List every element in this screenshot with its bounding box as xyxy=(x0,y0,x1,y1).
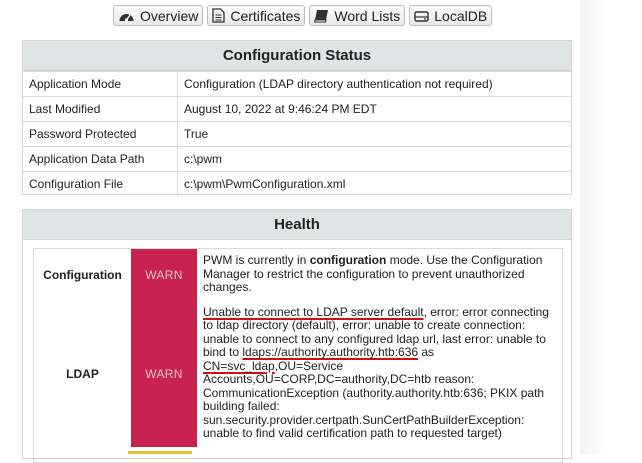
table-row: Last Modified August 10, 2022 at 9:46:24… xyxy=(23,96,571,122)
health-item-name: Configuration xyxy=(43,267,122,282)
health-table-container: Configuration WARN PWM is currently in c… xyxy=(33,248,563,463)
health-row-configuration: Configuration WARN PWM is currently in c… xyxy=(34,249,562,301)
table-row: Password Protected True xyxy=(23,121,571,147)
row-value: c:\pwm\PwmConfiguration.xml xyxy=(177,171,571,196)
page-side-shadow xyxy=(580,0,642,454)
row-key: Application Mode xyxy=(23,71,178,97)
overview-label: Overview xyxy=(140,7,199,24)
overview-button[interactable]: Overview xyxy=(113,5,204,26)
panel-title: Configuration Status xyxy=(23,41,571,71)
configuration-status-panel: Configuration Status Application Mode Co… xyxy=(22,40,572,196)
health-item-name: LDAP xyxy=(66,366,99,381)
top-nav: Overview Certificates Word Lists LocalDB xyxy=(113,5,493,26)
status-badge: WARN xyxy=(131,300,197,447)
health-message: Unable to connect to LDAP server default… xyxy=(197,301,562,447)
certificates-label: Certificates xyxy=(230,7,301,24)
msg-bold: configuration xyxy=(309,253,387,267)
row-key: Password Protected xyxy=(23,121,178,147)
word-lists-label: Word Lists xyxy=(334,7,401,24)
row-value: August 10, 2022 at 9:46:24 PM EDT xyxy=(177,96,571,122)
msg-text: as xyxy=(418,345,435,359)
panel-title: Health xyxy=(23,210,571,240)
health-panel: Health Configuration WARN PWM is current… xyxy=(22,209,572,463)
row-value: c:\pwm xyxy=(177,146,571,172)
row-value: Configuration (LDAP directory authentica… xyxy=(177,71,571,97)
book-icon xyxy=(314,9,329,23)
table-row: Configuration File c:\pwm\PwmConfigurati… xyxy=(23,171,571,196)
msg-highlight: Unable to connect to LDAP server default xyxy=(203,304,424,319)
localdb-label: LocalDB xyxy=(434,7,488,24)
file-text-icon xyxy=(212,8,226,23)
msg-highlight: ldaps://authority.authority.htb:636 xyxy=(242,345,419,359)
status-badge: WARN xyxy=(131,249,197,301)
table-row: Application Data Path c:\pwm xyxy=(23,146,571,172)
msg-text: PWM is currently in xyxy=(203,253,310,267)
row-key: Application Data Path xyxy=(23,146,178,172)
health-table: Configuration WARN PWM is currently in c… xyxy=(34,249,562,447)
word-lists-button[interactable]: Word Lists xyxy=(309,5,406,26)
config-status-table: Application Mode Configuration (LDAP dir… xyxy=(23,71,571,196)
certificates-button[interactable]: Certificates xyxy=(207,5,306,26)
table-row: Application Mode Configuration (LDAP dir… xyxy=(23,71,571,97)
dashboard-icon xyxy=(118,9,135,23)
health-message: PWM is currently in configuration mode. … xyxy=(197,249,562,301)
health-row-ldap: LDAP WARN Unable to connect to LDAP serv… xyxy=(34,300,562,447)
row-value: True xyxy=(177,121,571,147)
row-key: Configuration File xyxy=(23,171,178,196)
msg-highlight: CN=svc_ldap xyxy=(203,358,275,373)
database-icon xyxy=(414,9,429,23)
localdb-button[interactable]: LocalDB xyxy=(409,5,493,26)
row-key: Last Modified xyxy=(23,96,178,122)
